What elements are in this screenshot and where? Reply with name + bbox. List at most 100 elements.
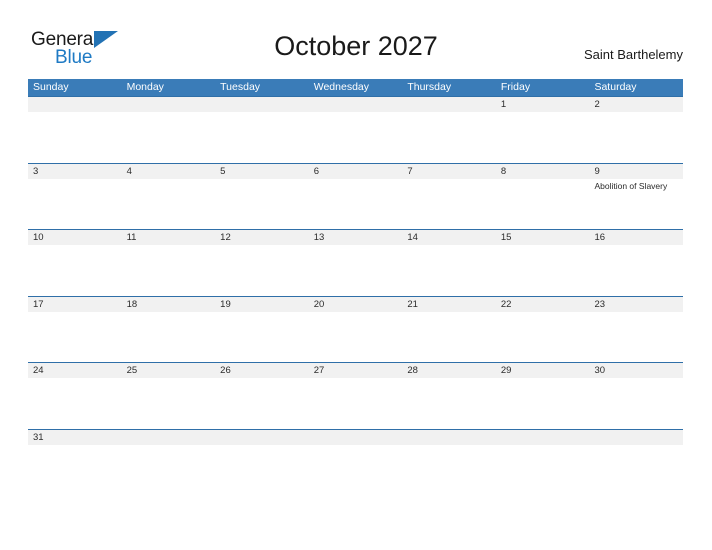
day-cell[interactable]: 19	[215, 297, 309, 312]
day-cell[interactable]	[309, 97, 403, 112]
day-cell[interactable]: 10	[28, 230, 122, 245]
event-cell[interactable]	[402, 179, 496, 229]
day-cell[interactable]: 2	[589, 97, 683, 112]
day-number: 25	[126, 365, 138, 377]
location-label: Saint Barthelemy	[584, 47, 683, 62]
day-cell[interactable]: 8	[496, 164, 590, 179]
day-cell[interactable]	[215, 97, 309, 112]
day-event-band	[28, 245, 683, 295]
event-cell[interactable]	[215, 179, 309, 229]
day-cell[interactable]: 20	[309, 297, 403, 312]
event-cell[interactable]	[215, 245, 309, 295]
event-cell[interactable]	[402, 245, 496, 295]
day-cell[interactable]	[589, 430, 683, 445]
day-cell[interactable]	[496, 430, 590, 445]
day-cell[interactable]: 29	[496, 363, 590, 378]
day-cell[interactable]: 15	[496, 230, 590, 245]
calendar-grid: Sunday Monday Tuesday Wednesday Thursday…	[28, 79, 683, 451]
day-cell[interactable]: 23	[589, 297, 683, 312]
day-cell[interactable]: 11	[122, 230, 216, 245]
event-cell[interactable]	[589, 112, 683, 162]
day-number: 30	[594, 365, 606, 377]
event-cell[interactable]	[309, 112, 403, 162]
event-cell[interactable]	[496, 179, 590, 229]
day-cell[interactable]	[309, 430, 403, 445]
day-cell[interactable]	[122, 430, 216, 445]
weekday-header-tuesday: Tuesday	[220, 81, 261, 93]
event-cell[interactable]	[496, 245, 590, 295]
event-cell[interactable]	[589, 245, 683, 295]
day-number: 12	[220, 232, 231, 244]
day-number: 23	[594, 298, 606, 310]
day-number: 18	[126, 298, 138, 310]
event-cell[interactable]	[496, 378, 590, 428]
event-cell[interactable]	[28, 179, 122, 229]
event-cell[interactable]	[28, 245, 122, 295]
day-number-band: 3 4 5 6 7 8 9	[28, 163, 683, 179]
event-cell[interactable]	[589, 378, 683, 428]
day-cell[interactable]: 12	[215, 230, 309, 245]
event-cell[interactable]	[122, 245, 216, 295]
day-cell[interactable]: 24	[28, 363, 122, 378]
event-cell[interactable]	[402, 112, 496, 162]
day-cell[interactable]	[215, 430, 309, 445]
event-cell[interactable]	[309, 312, 403, 362]
event-cell[interactable]	[309, 245, 403, 295]
day-cell[interactable]: 22	[496, 297, 590, 312]
event-cell[interactable]	[402, 312, 496, 362]
event-cell[interactable]	[589, 312, 683, 362]
event-cell[interactable]	[215, 378, 309, 428]
day-cell[interactable]	[402, 97, 496, 112]
event-cell[interactable]: Abolition of Slavery	[589, 179, 683, 229]
day-cell[interactable]: 6	[309, 164, 403, 179]
day-cell[interactable]: 3	[28, 164, 122, 179]
event-cell[interactable]	[309, 179, 403, 229]
event-cell[interactable]	[122, 312, 216, 362]
event-cell[interactable]	[402, 378, 496, 428]
day-cell[interactable]	[402, 430, 496, 445]
day-cell[interactable]: 16	[589, 230, 683, 245]
event-cell[interactable]	[28, 312, 122, 362]
day-cell[interactable]	[28, 97, 122, 112]
day-cell[interactable]	[122, 97, 216, 112]
event-cell[interactable]	[215, 312, 309, 362]
day-cell[interactable]: 26	[215, 363, 309, 378]
day-number-band: 10 11 12 13 14 15 16	[28, 230, 683, 246]
weekday-header-row: Sunday Monday Tuesday Wednesday Thursday…	[28, 79, 683, 96]
day-number: 10	[33, 232, 44, 244]
day-number: 16	[594, 232, 606, 244]
day-cell[interactable]: 17	[28, 297, 122, 312]
event-cell[interactable]	[28, 378, 122, 428]
day-cell[interactable]: 9	[589, 164, 683, 179]
day-cell[interactable]: 30	[589, 363, 683, 378]
day-cell[interactable]: 28	[402, 363, 496, 378]
day-number: 3	[33, 165, 39, 177]
day-cell[interactable]: 21	[402, 297, 496, 312]
day-number: 14	[407, 232, 418, 244]
day-cell[interactable]: 27	[309, 363, 403, 378]
day-number: 26	[220, 365, 231, 377]
day-cell[interactable]: 1	[496, 97, 590, 112]
event-cell[interactable]	[122, 112, 216, 162]
day-number-band: 24 25 26 27 28 29 30	[28, 363, 683, 379]
day-cell[interactable]: 13	[309, 230, 403, 245]
event-cell[interactable]	[496, 112, 590, 162]
event-cell[interactable]	[122, 179, 216, 229]
event-cell[interactable]	[122, 378, 216, 428]
event-cell[interactable]	[496, 312, 590, 362]
event-cell[interactable]	[28, 112, 122, 162]
day-cell[interactable]: 4	[122, 164, 216, 179]
weekday-header-friday: Friday	[500, 81, 531, 93]
day-cell[interactable]: 18	[122, 297, 216, 312]
day-number: 17	[33, 298, 44, 310]
day-number: 2	[594, 99, 600, 110]
day-number-band: 1 2	[28, 97, 683, 112]
day-cell[interactable]: 31	[28, 430, 122, 445]
day-cell[interactable]: 7	[402, 164, 496, 179]
event-cell[interactable]	[309, 378, 403, 428]
event-cell[interactable]	[215, 112, 309, 162]
day-cell[interactable]: 25	[122, 363, 216, 378]
day-cell[interactable]: 14	[402, 230, 496, 245]
day-cell[interactable]: 5	[215, 164, 309, 179]
day-number: 1	[500, 99, 507, 110]
